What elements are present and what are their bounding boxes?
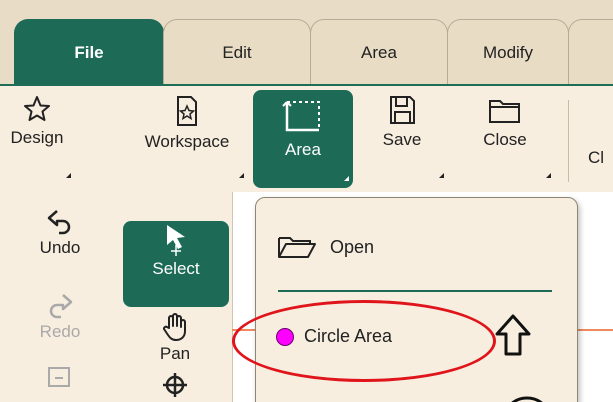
workspace-label: Workspace (144, 132, 230, 151)
tab-edit[interactable]: Edit (163, 19, 311, 85)
redo-button[interactable]: Redo (30, 290, 90, 342)
tool-panel: Undo Select Redo Pan (0, 192, 232, 402)
app-window: File Edit Area Modify Design Workspace A… (0, 0, 613, 402)
workspace-button[interactable]: Workspace (127, 94, 247, 178)
folder-icon (278, 237, 316, 258)
save-dropdown-arrow (439, 173, 444, 178)
area-button[interactable]: Area (253, 90, 353, 188)
menu-item-open-label: Open (330, 236, 375, 257)
design-button[interactable]: Design (2, 94, 72, 178)
workspace-icon (177, 96, 197, 126)
zoom-crosshair-icon (163, 373, 187, 397)
ribbon: Design Workspace Area Save Close Cl (0, 86, 613, 192)
menu-divider (278, 290, 552, 292)
close-dropdown-arrow (546, 173, 551, 178)
workspace-dropdown-arrow (239, 173, 244, 178)
tab-modify[interactable]: Modify (447, 19, 569, 85)
shift-key-icon (495, 314, 531, 356)
select-cursor-icon (167, 225, 185, 256)
redo-label: Redo (39, 322, 81, 341)
zoom-area-icon (48, 367, 70, 387)
cut-off-button[interactable]: Cl (588, 148, 604, 168)
area-icon (282, 101, 320, 132)
pan-label: Pan (159, 344, 191, 363)
highlight-ellipse (232, 300, 496, 382)
folder-icon (489, 100, 520, 123)
zoom-button[interactable] (145, 370, 205, 400)
tab-overflow[interactable] (568, 19, 613, 85)
save-button[interactable]: Save (372, 94, 444, 178)
save-icon (390, 96, 415, 124)
design-label: Design (10, 128, 64, 147)
hand-icon (163, 313, 186, 341)
save-label: Save (382, 130, 422, 149)
pan-button[interactable]: Pan (145, 312, 205, 364)
cut-off-label: Cl (588, 148, 605, 167)
area-label: Area (285, 140, 321, 159)
zoom-area-button[interactable] (30, 364, 90, 394)
menu-item-open[interactable]: Open (276, 234, 374, 260)
select-button[interactable]: Select (123, 221, 229, 307)
undo-label: Undo (39, 238, 81, 257)
tab-strip: File Edit Area Modify (0, 0, 613, 86)
undo-icon (47, 210, 71, 235)
ribbon-separator (568, 100, 569, 182)
tab-file[interactable]: File (14, 19, 164, 85)
undo-button[interactable]: Undo (30, 206, 90, 258)
star-icon (24, 96, 50, 121)
design-dropdown-arrow (66, 173, 71, 178)
close-label: Close (483, 130, 527, 149)
area-dropdown-arrow (344, 176, 349, 181)
tab-area[interactable]: Area (310, 19, 448, 85)
close-button[interactable]: Close (470, 94, 551, 178)
redo-icon (49, 294, 73, 319)
partial-icon (511, 396, 543, 402)
select-label: Select (152, 259, 200, 278)
